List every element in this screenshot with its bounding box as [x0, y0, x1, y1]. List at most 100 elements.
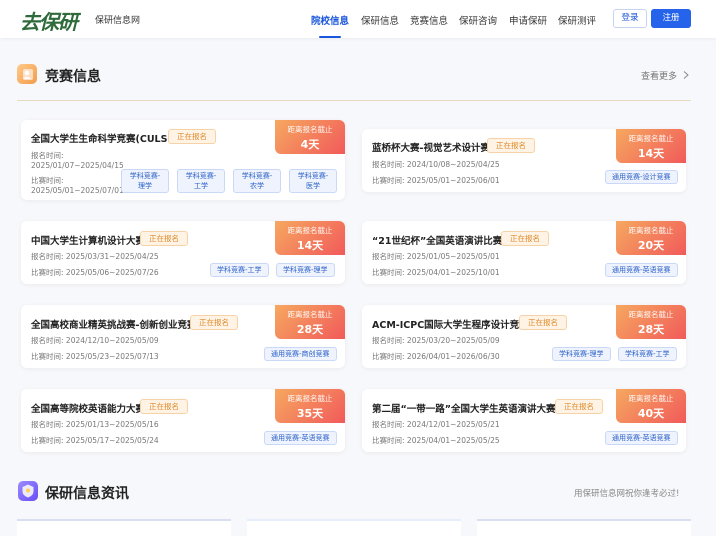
competition-title[interactable]: 第二届“一带一路”全国大学生英语演讲大赛 [372, 401, 556, 415]
competition-time-value: 2025/05/23~2025/07/13 [65, 352, 159, 361]
nav-item-baoyan-info[interactable]: 保研信息 [361, 13, 399, 38]
competition-time-value: 2025/05/01~2025/06/01 [406, 176, 500, 185]
nav-item-schools[interactable]: 院校信息 [311, 13, 349, 38]
competition-time-value: 2025/04/01~2025/10/01 [406, 268, 500, 277]
site-name: 保研信息网 [95, 16, 141, 26]
registration-time: 报名时间: 2024/12/01~2025/05/21 [372, 420, 500, 430]
deadline-countdown: 距离报名截止 14天 [275, 221, 345, 255]
competition-card[interactable]: “21世纪杯”全国英语演讲比赛 正在报名 报名时间: 2025/01/05~20… [362, 221, 686, 284]
news-title: 保研信息资讯 [45, 486, 129, 502]
category-tag[interactable]: 学科竞赛-理学 [121, 169, 169, 193]
view-more-label: 查看更多 [641, 72, 678, 82]
competition-card[interactable]: 全国高等院校英语能力大赛 正在报名 报名时间: 2025/01/13~2025/… [21, 389, 345, 452]
competition-time-label: 比赛时间: [372, 352, 405, 361]
countdown-label: 距离报名截止 [287, 125, 333, 134]
category-tag[interactable]: 通用竞赛-设计竞赛 [605, 170, 678, 184]
registration-time-label: 报名时间: [372, 420, 405, 429]
login-button[interactable]: 登录 [613, 9, 647, 28]
countdown-label: 距离报名截止 [287, 226, 333, 235]
competition-time: 比赛时间: 2025/05/23~2025/07/13 [31, 352, 159, 362]
category-tag[interactable]: 学科竞赛- 医学 [289, 169, 337, 193]
category-tag[interactable]: 通用竞赛-英语竞赛 [605, 263, 678, 277]
competition-title[interactable]: 蓝桥杯大赛-视觉艺术设计赛 [372, 140, 490, 154]
competition-title[interactable]: ACM-ICPC国际大学生程序设计竞赛 [372, 317, 529, 331]
competition-time-value: 2025/04/01~2025/05/25 [406, 436, 500, 445]
registration-time-value: 2025/01/13~2025/05/16 [65, 420, 159, 429]
view-more-link[interactable]: 查看更多 [641, 69, 689, 82]
category-tag[interactable]: 通用竞赛-英语竞赛 [605, 431, 678, 445]
competition-card[interactable]: 蓝桥杯大赛-视觉艺术设计赛 正在报名 报名时间: 2024/10/08~2025… [362, 129, 686, 192]
deadline-countdown: 距离报名截止 35天 [275, 389, 345, 423]
competition-time-label: 比赛时间: [31, 352, 64, 361]
registration-time-value: 2024/12/10~2025/05/09 [65, 336, 159, 345]
competition-title[interactable]: 中国大学生计算机设计大赛 [31, 233, 145, 247]
nav-item-assessment[interactable]: 保研测评 [558, 13, 596, 38]
competition-card[interactable]: 第二届“一带一路”全国大学生英语演讲大赛 正在报名 报名时间: 2024/12/… [362, 389, 686, 452]
news-card[interactable] [477, 519, 691, 536]
countdown-days: 28天 [637, 323, 665, 336]
nav-item-apply[interactable]: 申请保研 [509, 13, 547, 38]
competition-card[interactable]: 全国大学生生命科学竞赛(CULSC) 正在报名 报名时间: 2025/01/07… [21, 120, 345, 200]
registration-status-badge: 正在报名 [140, 399, 188, 414]
category-tag[interactable]: 学科竞赛-理学 [276, 263, 335, 277]
registration-status-badge: 正在报名 [555, 399, 603, 414]
registration-time-value: 2024/12/01~2025/05/21 [406, 420, 500, 429]
competition-time-label: 比赛时间: [31, 268, 64, 277]
competition-time-label: 比赛时间: [372, 436, 405, 445]
competition-time: 比赛时间: 2025/05/17~2025/05/24 [31, 436, 159, 446]
registration-time-label: 报名时间: [31, 151, 64, 160]
countdown-days: 28天 [296, 323, 324, 336]
registration-time: 报名时间: 2024/10/08~2025/04/25 [372, 160, 500, 170]
registration-time-label: 报名时间: [31, 420, 64, 429]
category-tag[interactable]: 学科竞赛- 农学 [233, 169, 281, 193]
registration-time-value: 2024/10/08~2025/04/25 [406, 160, 500, 169]
registration-status-badge: 正在报名 [501, 231, 549, 246]
competition-time: 比赛时间: 2025/04/01~2025/05/25 [372, 436, 500, 446]
competition-time: 比赛时间: 2025/05/06~2025/07/26 [31, 268, 159, 278]
competition-card[interactable]: 中国大学生计算机设计大赛 正在报名 报名时间: 2025/03/31~2025/… [21, 221, 345, 284]
competition-time: 比赛时间: 2025/05/01~2025/06/01 [372, 176, 500, 186]
category-tag[interactable]: 学科竞赛-理学 [552, 347, 611, 361]
registration-status-badge: 正在报名 [190, 315, 238, 330]
countdown-days: 14天 [637, 147, 665, 160]
countdown-days: 20天 [637, 239, 665, 252]
competition-title[interactable]: 全国高等院校英语能力大赛 [31, 401, 145, 415]
countdown-label: 距离报名截止 [628, 310, 674, 319]
registration-time: 报名时间: 2025/01/05~2025/05/01 [372, 252, 500, 262]
registration-status-badge: 正在报名 [140, 231, 188, 246]
news-card[interactable] [17, 519, 231, 536]
competition-title[interactable]: “21世纪杯”全国英语演讲比赛 [372, 233, 502, 247]
category-tag[interactable]: 学科竞赛-工学 [618, 347, 677, 361]
countdown-days: 35天 [296, 407, 324, 420]
category-tag[interactable]: 通用竞赛-商创竞赛 [264, 347, 337, 361]
competition-title[interactable]: 全国高校商业精英挑战赛-创新创业竞赛 [31, 317, 196, 331]
deadline-countdown: 距离报名截止 20天 [616, 221, 686, 255]
news-slogan: 用保研信息网祝你逢考必过! [574, 489, 680, 499]
competition-card[interactable]: 全国高校商业精英挑战赛-创新创业竞赛 正在报名 报名时间: 2024/12/10… [21, 305, 345, 368]
countdown-days: 14天 [296, 239, 324, 252]
competition-title[interactable]: 全国大学生生命科学竞赛(CULSC) [31, 131, 179, 145]
competition-time: 2025/05/01~2025/07/01 [31, 186, 124, 195]
register-button[interactable]: 注册 [651, 9, 691, 28]
trophy-user-icon [17, 64, 37, 84]
nav-item-competitions[interactable]: 竞赛信息 [410, 13, 448, 38]
registration-time-label: 报名时间: [372, 336, 405, 345]
registration-time: 2025/01/07~2025/04/15 [31, 161, 124, 170]
registration-time: 报名时间: 2025/01/13~2025/05/16 [31, 420, 159, 430]
category-tag[interactable]: 学科竞赛-工学 [210, 263, 269, 277]
deadline-countdown: 距离报名截止 14天 [616, 129, 686, 163]
competition-card[interactable]: ACM-ICPC国际大学生程序设计竞赛 正在报名 报名时间: 2025/03/2… [362, 305, 686, 368]
competition-time-label: 比赛时间: [372, 268, 405, 277]
site-logo[interactable]: 去保研 [20, 6, 78, 35]
registration-time-value: 2025/03/20~2025/05/09 [406, 336, 500, 345]
deadline-countdown: 距离报名截止 28天 [616, 305, 686, 339]
category-tag[interactable]: 通用竞赛-英语竞赛 [264, 431, 337, 445]
registration-time: 报名时间: 2025/03/31~2025/04/25 [31, 252, 159, 262]
nav-item-consult[interactable]: 保研咨询 [459, 13, 497, 38]
category-tag[interactable]: 学科竞赛-工学 [177, 169, 225, 193]
registration-status-badge: 正在报名 [519, 315, 567, 330]
countdown-label: 距离报名截止 [628, 134, 674, 143]
registration-time: 报名时间: 2025/03/20~2025/05/09 [372, 336, 500, 346]
news-card[interactable] [247, 519, 461, 536]
shield-badge-icon [18, 481, 38, 501]
